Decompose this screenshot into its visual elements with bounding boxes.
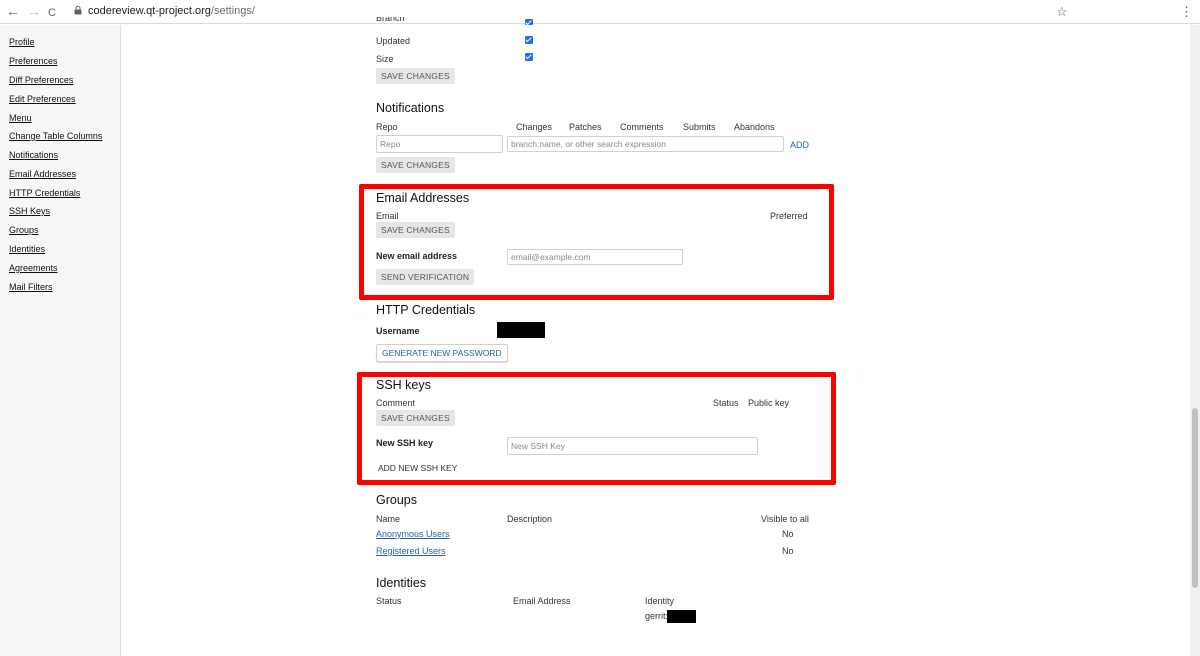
sidebar-item-email-addresses[interactable]: Email Addresses	[9, 169, 76, 179]
forward-arrow-icon[interactable]: →	[27, 3, 41, 19]
notifications-add-button[interactable]: ADD	[790, 140, 809, 150]
email-addresses-highlight	[359, 184, 834, 300]
columns-save-button[interactable]: SAVE CHANGES	[376, 68, 455, 84]
sidebar-item-agreements[interactable]: Agreements	[9, 263, 58, 273]
sidebar-item-notifications[interactable]: Notifications	[9, 150, 58, 160]
notifications-header-changes: Changes	[516, 122, 553, 132]
lock-icon	[74, 6, 82, 15]
notifications-header-abandons: Abandons	[734, 122, 775, 132]
scrollbar-thumb[interactable]	[1192, 408, 1198, 588]
sidebar-item-edit-preferences[interactable]: Edit Preferences	[9, 94, 76, 104]
notifications-header-repo: Repo	[376, 122, 398, 132]
http-credentials-heading: HTTP Credentials	[376, 303, 476, 317]
redacted-identity	[667, 610, 696, 623]
column-label-updated: Updated	[376, 36, 411, 46]
identities-column-status: Status	[376, 596, 402, 606]
sidebar-item-preferences[interactable]: Preferences	[9, 56, 58, 66]
redacted-username	[497, 322, 545, 338]
sidebar-item-ssh-keys[interactable]: SSH Keys	[9, 206, 50, 216]
sidebar-item-diff-preferences[interactable]: Diff Preferences	[9, 75, 73, 85]
notifications-filter-input[interactable]	[507, 136, 784, 152]
groups-heading: Groups	[376, 493, 417, 507]
http-username-label: Username	[376, 326, 420, 336]
reload-icon[interactable]: C	[48, 5, 56, 21]
size-checkbox[interactable]	[525, 53, 533, 61]
identities-column-email: Email Address	[513, 596, 571, 606]
address-bar[interactable]: codereview.qt-project.org/settings/	[88, 5, 255, 17]
notifications-header-patches: Patches	[569, 122, 602, 132]
updated-checkbox[interactable]	[525, 36, 533, 44]
groups-column-visible: Visible to all	[761, 514, 809, 524]
sidebar-item-profile[interactable]: Profile	[9, 37, 35, 47]
back-arrow-icon[interactable]: ←	[6, 3, 20, 19]
sidebar-item-menu[interactable]: Menu	[9, 113, 32, 123]
browser-menu-icon[interactable]: ⋮	[1180, 4, 1193, 20]
url-domain: codereview.qt-project.org	[88, 5, 211, 17]
groups-column-name: Name	[376, 514, 401, 524]
browser-toolbar: ← → C codereview.qt-project.org/settings…	[0, 0, 1200, 24]
notifications-heading: Notifications	[376, 101, 445, 115]
notifications-repo-input[interactable]	[376, 135, 503, 153]
notifications-header-comments: Comments	[620, 122, 664, 132]
sidebar-item-mail-filters[interactable]: Mail Filters	[9, 282, 53, 292]
identity-value: gerrit:	[645, 611, 669, 621]
sidebar-item-groups[interactable]: Groups	[9, 225, 39, 235]
page-scrollbar[interactable]	[1190, 25, 1200, 656]
sidebar-item-change-table-columns[interactable]: Change Table Columns	[9, 131, 102, 141]
notifications-save-button[interactable]: SAVE CHANGES	[376, 157, 455, 173]
identities-column-identity: Identity	[645, 596, 675, 606]
sidebar-item-identities[interactable]: Identities	[9, 244, 45, 254]
column-label-branch: Branch	[376, 17, 405, 23]
branch-checkbox[interactable]	[525, 19, 533, 25]
group-link-anonymous-users[interactable]: Anonymous Users	[376, 529, 450, 539]
notifications-header-submits: Submits	[683, 122, 716, 132]
group-visible-anonymous: No	[782, 529, 794, 539]
column-label-size: Size	[376, 54, 394, 64]
settings-sidebar: Profile Preferences Diff Preferences Edi…	[0, 25, 121, 656]
group-link-registered-users[interactable]: Registered Users	[376, 546, 446, 556]
groups-column-description: Description	[507, 514, 553, 524]
identities-heading: Identities	[376, 576, 427, 590]
group-visible-registered: No	[782, 546, 794, 556]
bookmark-star-icon[interactable]: ☆	[1056, 4, 1068, 20]
generate-password-button[interactable]: GENERATE NEW PASSWORD	[376, 344, 508, 362]
url-path: /settings/	[210, 5, 255, 17]
sidebar-item-http-credentials[interactable]: HTTP Credentials	[9, 188, 80, 198]
ssh-keys-highlight	[357, 372, 836, 485]
